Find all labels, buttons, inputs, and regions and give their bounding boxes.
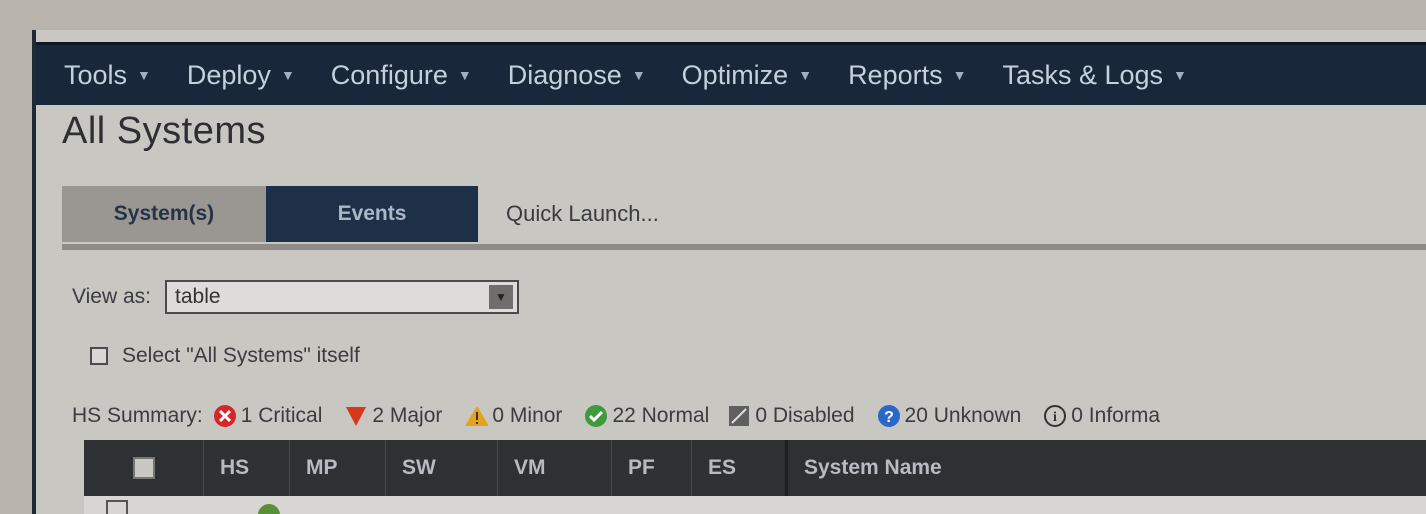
view-as-label: View as: <box>72 285 151 308</box>
menu-optimize[interactable]: Optimize ▼ <box>682 60 834 91</box>
svg-text:i: i <box>1053 410 1057 425</box>
chevron-down-icon: ▼ <box>137 67 151 83</box>
column-header-hs[interactable]: HS <box>204 440 290 496</box>
select-all-rows-checkbox[interactable] <box>132 457 155 479</box>
select-all-row: Select "All Systems" itself <box>90 344 360 368</box>
chevron-down-icon: ▼ <box>1173 67 1187 83</box>
top-menu-bar: Tools ▼ Deploy ▼ Configure ▼ Diagnose ▼ Opti… <box>36 42 1426 105</box>
header-select-cell <box>84 440 204 496</box>
hs-major-text: 2 Major <box>372 404 443 427</box>
hs-summary-label: HS Summary: <box>72 404 203 427</box>
column-header-system-name[interactable]: System Name <box>788 440 1426 496</box>
app-window: Tools ▼ Deploy ▼ Configure ▼ Diagnose ▼ Opti… <box>32 30 1426 514</box>
quick-launch-link[interactable]: Quick Launch... <box>506 186 659 242</box>
menu-configure[interactable]: Configure ▼ <box>331 60 494 91</box>
minor-icon <box>464 404 489 428</box>
menu-diagnose[interactable]: Diagnose ▼ <box>508 60 668 91</box>
info-icon: i <box>1043 404 1067 428</box>
chevron-down-icon: ▼ <box>631 67 646 83</box>
column-header-sw[interactable]: SW <box>386 440 498 496</box>
normal-status-icon <box>258 504 280 514</box>
row-checkbox[interactable] <box>106 500 128 514</box>
hs-critical-text: 1 Critical <box>240 404 323 427</box>
normal-icon <box>584 404 608 428</box>
table-row[interactable] <box>84 496 1426 514</box>
page-title: All Systems <box>62 110 266 152</box>
dropdown-arrow-icon[interactable]: ▼ <box>489 285 513 309</box>
major-icon <box>344 404 368 428</box>
chevron-down-icon: ▼ <box>798 67 813 83</box>
hs-normal-text: 22 Normal <box>612 404 710 427</box>
hs-informational-text: 0 Informa <box>1071 404 1161 427</box>
hs-unknown-text: 20 Unknown <box>904 404 1022 427</box>
systems-table-header: HS MP SW VM PF ES System Name <box>84 440 1426 496</box>
menu-deploy[interactable]: Deploy ▼ <box>187 60 317 91</box>
menu-tasks-logs-label: Tasks & Logs <box>1002 59 1164 90</box>
column-header-pf[interactable]: PF <box>612 440 692 496</box>
hs-disabled-text: 0 Disabled <box>755 404 855 427</box>
menu-configure-label: Configure <box>330 59 448 90</box>
tab-events[interactable]: Events <box>266 186 478 242</box>
menu-reports-label: Reports <box>848 59 943 90</box>
view-as-value: table <box>175 285 221 308</box>
disabled-icon <box>727 404 751 428</box>
column-header-vm[interactable]: VM <box>498 440 612 496</box>
unknown-icon: ? <box>877 404 901 428</box>
menu-diagnose-label: Diagnose <box>507 59 622 90</box>
menu-deploy-label: Deploy <box>186 59 271 90</box>
view-as-row: View as: table ▼ <box>72 280 519 314</box>
hs-minor-text: 0 Minor <box>492 404 563 427</box>
hs-critical[interactable]: 1 Critical <box>213 404 323 428</box>
menu-tasks-logs[interactable]: Tasks & Logs ▼ <box>1002 60 1208 91</box>
menu-tools[interactable]: Tools ▼ <box>36 60 173 91</box>
tab-systems[interactable]: System(s) <box>62 186 266 242</box>
hs-normal[interactable]: 22 Normal <box>584 404 709 428</box>
tab-bar: System(s) Events Quick Launch... <box>62 186 1426 250</box>
column-header-es[interactable]: ES <box>692 440 788 496</box>
chevron-down-icon: ▼ <box>280 67 295 83</box>
hs-informational[interactable]: i 0 Informa <box>1043 404 1160 428</box>
menu-tools-label: Tools <box>64 59 128 90</box>
menu-optimize-label: Optimize <box>681 59 789 90</box>
menu-reports[interactable]: Reports ▼ <box>848 60 988 91</box>
chevron-down-icon: ▼ <box>457 67 472 83</box>
chevron-down-icon: ▼ <box>952 67 967 83</box>
hs-summary: HS Summary: 1 Critical 2 Major 0 Minor 2… <box>72 404 1160 428</box>
critical-icon <box>213 404 237 428</box>
hs-disabled[interactable]: 0 Disabled <box>727 404 855 428</box>
select-all-label: Select "All Systems" itself <box>122 344 360 367</box>
view-as-select[interactable]: table ▼ <box>165 280 519 314</box>
svg-text:?: ? <box>884 409 894 426</box>
column-header-mp[interactable]: MP <box>290 440 386 496</box>
hs-unknown[interactable]: ? 20 Unknown <box>877 404 1022 428</box>
hs-minor[interactable]: 0 Minor <box>464 404 562 428</box>
hs-major[interactable]: 2 Major <box>344 404 442 428</box>
select-all-checkbox[interactable] <box>90 347 108 365</box>
